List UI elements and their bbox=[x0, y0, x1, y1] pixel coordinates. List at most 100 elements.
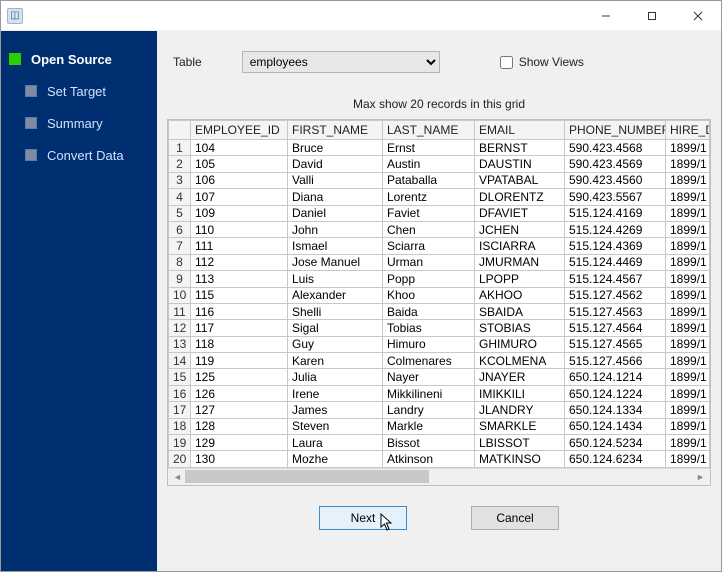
cell[interactable]: 1899/1 bbox=[666, 156, 710, 172]
cell[interactable]: DAUSTIN bbox=[475, 156, 565, 172]
cell[interactable]: BERNST bbox=[475, 140, 565, 156]
cell[interactable]: 650.124.1434 bbox=[565, 418, 666, 434]
cell[interactable]: 1899/1 bbox=[666, 402, 710, 418]
cell[interactable]: JLANDRY bbox=[475, 402, 565, 418]
wizard-step-summary[interactable]: Summary bbox=[23, 109, 151, 137]
cell[interactable]: 650.124.5234 bbox=[565, 435, 666, 451]
cell[interactable]: Chen bbox=[383, 221, 475, 237]
cell[interactable]: DLORENTZ bbox=[475, 189, 565, 205]
cell[interactable]: 1899/1 bbox=[666, 287, 710, 303]
table-row[interactable]: 18128StevenMarkleSMARKLE650.124.14341899… bbox=[169, 418, 710, 434]
table-row[interactable]: 15125JuliaNayerJNAYER650.124.12141899/1 bbox=[169, 369, 710, 385]
cell[interactable]: 515.124.4269 bbox=[565, 221, 666, 237]
cell[interactable]: LBISSOT bbox=[475, 435, 565, 451]
cell[interactable]: Irene bbox=[288, 385, 383, 401]
cell[interactable]: 117 bbox=[191, 320, 288, 336]
table-row[interactable]: 19129LauraBissotLBISSOT650.124.52341899/… bbox=[169, 435, 710, 451]
cell[interactable]: 1899/1 bbox=[666, 140, 710, 156]
table-row[interactable]: 17127JamesLandryJLANDRY650.124.13341899/… bbox=[169, 402, 710, 418]
cell[interactable]: 1899/1 bbox=[666, 254, 710, 270]
cell[interactable]: 515.124.4567 bbox=[565, 271, 666, 287]
cell[interactable]: 118 bbox=[191, 336, 288, 352]
cell[interactable]: Steven bbox=[288, 418, 383, 434]
table-row[interactable]: 7111IsmaelSciarraISCIARRA515.124.4369189… bbox=[169, 238, 710, 254]
cell[interactable]: David bbox=[288, 156, 383, 172]
table-row[interactable]: 4107DianaLorentzDLORENTZ590.423.55671899… bbox=[169, 189, 710, 205]
cell[interactable]: Daniel bbox=[288, 205, 383, 221]
cell[interactable]: JNAYER bbox=[475, 369, 565, 385]
cell[interactable]: 650.124.1224 bbox=[565, 385, 666, 401]
cell[interactable]: JMURMAN bbox=[475, 254, 565, 270]
cell[interactable]: 515.124.4469 bbox=[565, 254, 666, 270]
cell[interactable]: Tobias bbox=[383, 320, 475, 336]
table-row[interactable]: 10115AlexanderKhooAKHOO515.127.45621899/… bbox=[169, 287, 710, 303]
scrollbar-thumb[interactable] bbox=[185, 470, 429, 483]
show-views-checkbox[interactable] bbox=[500, 56, 513, 69]
cell[interactable]: Mikkilineni bbox=[383, 385, 475, 401]
wizard-step-open-source[interactable]: Open Source bbox=[7, 45, 151, 73]
cell[interactable]: SBAIDA bbox=[475, 303, 565, 319]
close-button[interactable] bbox=[675, 1, 721, 31]
cell[interactable]: Diana bbox=[288, 189, 383, 205]
cell[interactable]: 113 bbox=[191, 271, 288, 287]
cell[interactable]: Austin bbox=[383, 156, 475, 172]
cell[interactable]: 590.423.4568 bbox=[565, 140, 666, 156]
cell[interactable]: 590.423.4569 bbox=[565, 156, 666, 172]
cell[interactable]: GHIMURO bbox=[475, 336, 565, 352]
cell[interactable]: 1899/1 bbox=[666, 353, 710, 369]
horizontal-scrollbar[interactable]: ◄ ► bbox=[168, 468, 710, 485]
data-grid[interactable]: EMPLOYEE_IDFIRST_NAMELAST_NAMEEMAILPHONE… bbox=[167, 119, 711, 486]
table-row[interactable]: 8112Jose ManuelUrmanJMURMAN515.124.44691… bbox=[169, 254, 710, 270]
cell[interactable]: Colmenares bbox=[383, 353, 475, 369]
cell[interactable]: Julia bbox=[288, 369, 383, 385]
minimize-button[interactable] bbox=[583, 1, 629, 31]
cell[interactable]: 112 bbox=[191, 254, 288, 270]
cell[interactable]: 515.127.4565 bbox=[565, 336, 666, 352]
cell[interactable]: 1899/1 bbox=[666, 189, 710, 205]
cell[interactable]: 1899/1 bbox=[666, 369, 710, 385]
cell[interactable]: 1899/1 bbox=[666, 385, 710, 401]
cell[interactable]: JCHEN bbox=[475, 221, 565, 237]
cell[interactable]: Laura bbox=[288, 435, 383, 451]
column-header[interactable]: EMAIL bbox=[475, 121, 565, 140]
cell[interactable]: 515.127.4562 bbox=[565, 287, 666, 303]
cell[interactable]: 105 bbox=[191, 156, 288, 172]
cell[interactable]: 1899/1 bbox=[666, 336, 710, 352]
cell[interactable]: Jose Manuel bbox=[288, 254, 383, 270]
cell[interactable]: 1899/1 bbox=[666, 205, 710, 221]
cell[interactable]: John bbox=[288, 221, 383, 237]
column-header[interactable]: LAST_NAME bbox=[383, 121, 475, 140]
cell[interactable]: VPATABAL bbox=[475, 172, 565, 188]
table-row[interactable]: 20130MozheAtkinsonMATKINSO650.124.623418… bbox=[169, 451, 710, 467]
cancel-button[interactable]: Cancel bbox=[471, 506, 559, 530]
table-row[interactable]: 1104BruceErnstBERNST590.423.45681899/1 bbox=[169, 140, 710, 156]
cell[interactable]: SMARKLE bbox=[475, 418, 565, 434]
cell[interactable]: 1899/1 bbox=[666, 238, 710, 254]
table-row[interactable]: 16126IreneMikkilineniIMIKKILI650.124.122… bbox=[169, 385, 710, 401]
cell[interactable]: Khoo bbox=[383, 287, 475, 303]
cell[interactable]: Luis bbox=[288, 271, 383, 287]
cell[interactable]: 110 bbox=[191, 221, 288, 237]
cell[interactable]: 650.124.1214 bbox=[565, 369, 666, 385]
cell[interactable]: 515.127.4566 bbox=[565, 353, 666, 369]
cell[interactable]: 119 bbox=[191, 353, 288, 369]
cell[interactable]: 111 bbox=[191, 238, 288, 254]
cell[interactable]: Atkinson bbox=[383, 451, 475, 467]
cell[interactable]: 515.124.4169 bbox=[565, 205, 666, 221]
cell[interactable]: 115 bbox=[191, 287, 288, 303]
table-row[interactable]: 14119KarenColmenaresKCOLMENA515.127.4566… bbox=[169, 353, 710, 369]
cell[interactable]: 106 bbox=[191, 172, 288, 188]
column-header[interactable]: FIRST_NAME bbox=[288, 121, 383, 140]
table-select[interactable]: employees bbox=[242, 51, 440, 73]
cell[interactable]: 1899/1 bbox=[666, 221, 710, 237]
cell[interactable]: 1899/1 bbox=[666, 172, 710, 188]
cell[interactable]: Karen bbox=[288, 353, 383, 369]
cell[interactable]: 1899/1 bbox=[666, 303, 710, 319]
cell[interactable]: 104 bbox=[191, 140, 288, 156]
cell[interactable]: Bruce bbox=[288, 140, 383, 156]
cell[interactable]: 129 bbox=[191, 435, 288, 451]
cell[interactable]: Pataballa bbox=[383, 172, 475, 188]
scroll-left-icon[interactable]: ◄ bbox=[170, 470, 185, 483]
cell[interactable]: DFAVIET bbox=[475, 205, 565, 221]
next-button[interactable]: Next bbox=[319, 506, 407, 530]
